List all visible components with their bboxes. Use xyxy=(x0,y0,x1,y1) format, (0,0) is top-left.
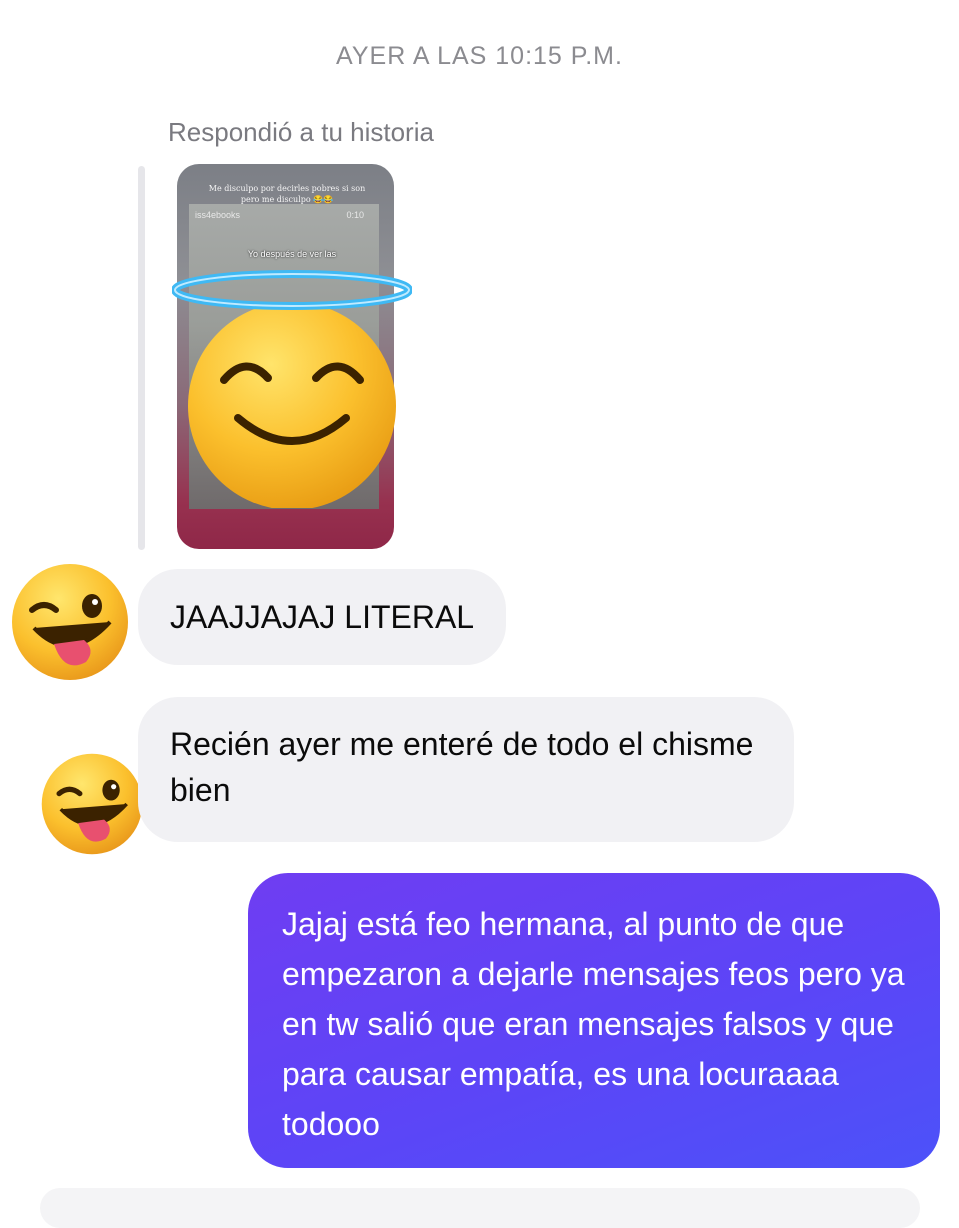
winking-face-with-tongue-icon[interactable] xyxy=(40,752,144,856)
story-caption: Me disculpo por decirles pobres si son p… xyxy=(208,184,366,204)
story-reply-label: Respondió a tu historia xyxy=(168,117,434,147)
message-bubble-incoming[interactable]: JAAJJAJAJ LITERAL xyxy=(138,569,507,665)
smiling-face-with-halo-icon xyxy=(172,270,412,508)
message-bubble-incoming[interactable]: Recién ayer me enteré de todo el chisme … xyxy=(138,697,794,842)
winking-face-with-tongue-icon[interactable] xyxy=(10,562,130,682)
story-duration: 0:10 xyxy=(346,210,364,220)
next-message-bubble-partial xyxy=(40,1188,920,1228)
reply-indicator-bar xyxy=(138,166,145,550)
message-bubble-outgoing[interactable]: Jajaj está feo hermana, al punto de que … xyxy=(248,873,940,1168)
conversation-timestamp: AYER A LAS 10:15 P.M. xyxy=(336,42,623,70)
story-overlay-text: Yo después de ver las xyxy=(247,249,337,259)
story-handle: iss4ebooks xyxy=(195,210,241,220)
